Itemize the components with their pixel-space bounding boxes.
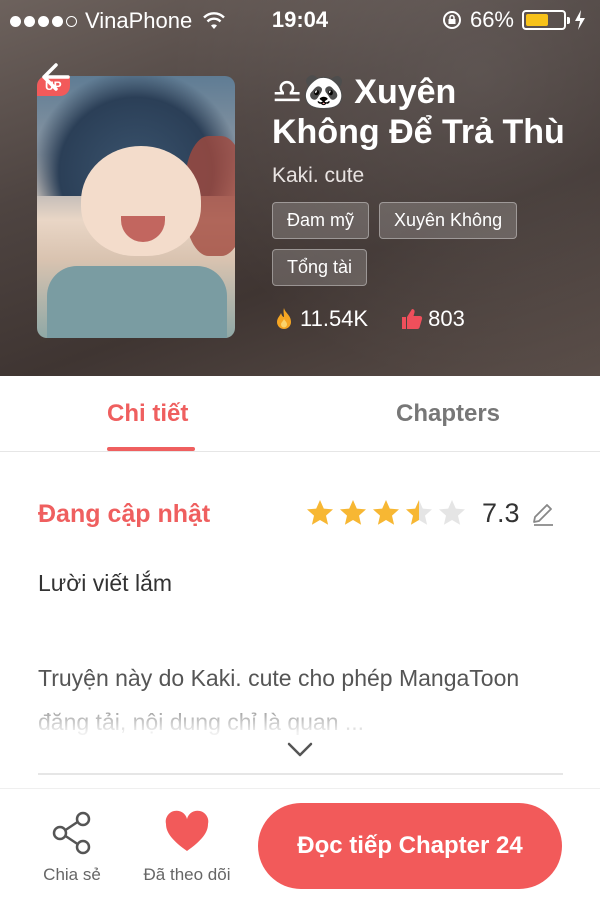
detail-tabs: Chi tiết Chapters — [0, 376, 600, 452]
share-button[interactable]: Chia sẻ — [38, 809, 106, 885]
tab-detail[interactable]: Chi tiết — [107, 400, 188, 428]
status-right: 66% — [442, 7, 586, 33]
edit-rating-icon[interactable] — [530, 502, 556, 528]
views-stat: 11.54K — [272, 306, 368, 332]
battery-fill — [526, 14, 549, 26]
rotation-lock-icon — [442, 11, 461, 29]
thumbs-up-icon — [402, 309, 423, 329]
comic-stats: 11.54K 803 — [272, 306, 572, 332]
star-icon[interactable] — [371, 498, 401, 528]
likes-count: 803 — [428, 306, 465, 331]
charging-icon — [575, 10, 585, 30]
battery-percent: 66% — [469, 7, 514, 32]
bottom-action-bar: Chia sẻ Đã theo dõi Đọc tiếp Chapter 24 — [0, 788, 600, 900]
follow-label: Đã theo dõi — [143, 865, 231, 884]
heart-icon — [165, 810, 209, 851]
genre-tag[interactable]: Đam mỹ — [272, 202, 369, 239]
genre-tag[interactable]: Tổng tài — [272, 249, 368, 286]
fire-icon — [277, 308, 291, 329]
rating-score: 7.3 — [482, 498, 520, 528]
continue-reading-button[interactable]: Đọc tiếp Chapter 24 — [258, 803, 562, 889]
back-arrow-icon[interactable] — [38, 60, 72, 94]
genre-tag[interactable]: Xuyên Không — [379, 202, 518, 239]
star-icon[interactable] — [437, 498, 467, 528]
chevron-down-icon[interactable] — [286, 740, 314, 760]
star-icon[interactable] — [305, 498, 335, 528]
cover-image: UP — [37, 76, 235, 338]
genre-tags: Đam mỹ Xuyên Không Tổng tài — [272, 202, 572, 286]
follow-button[interactable]: Đã theo dõi — [132, 809, 242, 885]
comic-info: ♎🐼 Xuyên Không Để Trả Thù Kaki. cute Đam… — [272, 72, 572, 332]
share-icon — [52, 811, 91, 855]
star-icon[interactable] — [404, 498, 434, 528]
star-icon[interactable] — [338, 498, 368, 528]
active-tab-indicator — [107, 447, 195, 451]
rating-stars[interactable] — [305, 498, 467, 528]
status-bar: VinaPhone 19:04 66% — [0, 0, 600, 40]
divider — [38, 773, 563, 775]
comic-author[interactable]: Kaki. cute — [272, 164, 572, 188]
share-label: Chia sẻ — [43, 865, 101, 884]
comic-header: VinaPhone 19:04 66% UP ♎🐼 Xuyên Không Để… — [0, 0, 600, 376]
update-status: Đang cập nhật — [38, 500, 211, 528]
likes-stat: 803 — [400, 306, 465, 332]
comic-title: ♎🐼 Xuyên Không Để Trả Thù — [272, 73, 565, 151]
views-count: 11.54K — [300, 306, 369, 331]
battery-icon — [522, 10, 570, 30]
short-description: Lười viết lắm — [38, 570, 173, 596]
tab-chapters[interactable]: Chapters — [396, 400, 500, 428]
